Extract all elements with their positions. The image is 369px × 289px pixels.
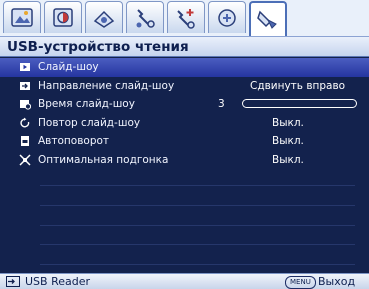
menu-item-value[interactable]: Сдвинуть вправо <box>250 80 345 92</box>
tab-system-setup[interactable] <box>126 1 164 33</box>
divider <box>40 185 355 186</box>
picture-icon <box>11 7 33 27</box>
image-adjust-icon <box>53 7 73 27</box>
menu-item-slideshow-time[interactable]: Время слайд-шоу 3 <box>0 95 369 114</box>
menu-item-value[interactable]: Выкл. <box>272 154 304 166</box>
menu-item-label: Слайд-шоу <box>38 61 99 74</box>
best-fit-icon <box>18 153 32 167</box>
input-source-icon <box>6 276 20 287</box>
menu-title-bar: USB-устройство чтения <box>0 36 369 57</box>
play-icon <box>18 60 32 74</box>
divider <box>40 264 355 266</box>
information-icon <box>218 8 236 27</box>
page-title: USB-устройство чтения <box>7 38 189 55</box>
slideshow-time-slider[interactable] <box>242 99 357 108</box>
menu-key-icon[interactable]: MENU <box>285 276 316 289</box>
usb-reader-icon <box>257 10 277 29</box>
system-setup-icon <box>136 8 155 28</box>
tab-advanced-setup[interactable] <box>167 1 205 33</box>
menu-item-slide-direction[interactable]: Направление слайд-шоу Сдвинуть вправо <box>0 77 369 96</box>
slide-direction-icon <box>18 79 32 93</box>
menu-item-slideshow-repeat[interactable]: Повтор слайд-шоу Выкл. <box>0 114 369 133</box>
advanced-setup-icon <box>177 8 195 29</box>
exit-label[interactable]: Выход <box>318 275 355 288</box>
menu-item-label: Направление слайд-шоу <box>38 79 175 92</box>
status-bar: USB Reader MENU Выход <box>0 273 369 289</box>
menu-item-auto-rotate[interactable]: Автоповорот Выкл. <box>0 132 369 151</box>
tab-information[interactable] <box>208 1 246 33</box>
tab-source[interactable] <box>85 1 123 33</box>
tab-picture[interactable] <box>3 1 41 33</box>
divider <box>40 244 355 246</box>
repeat-icon <box>18 116 32 130</box>
slideshow-time-value: 3 <box>218 98 225 111</box>
menu-item-label: Оптимальная подгонка <box>38 153 169 166</box>
auto-rotate-icon <box>18 134 32 148</box>
source-icon <box>93 10 115 28</box>
menu-item-label: Повтор слайд-шоу <box>38 116 141 129</box>
menu-item-label: Автоповорот <box>38 135 110 148</box>
menu-item-label: Время слайд-шоу <box>38 98 135 111</box>
menu-item-best-fit[interactable]: Оптимальная подгонка Выкл. <box>0 151 369 170</box>
divider <box>40 224 355 226</box>
menu-item-slideshow[interactable]: Слайд-шоу <box>0 58 369 77</box>
tab-image-adjust[interactable] <box>44 1 82 33</box>
osd-menu: USB-устройство чтения Слайд-шоу Направле… <box>0 0 369 289</box>
tab-bar <box>0 0 369 36</box>
tab-usb-reader[interactable] <box>249 1 287 36</box>
timer-icon <box>18 97 32 111</box>
divider <box>40 204 355 206</box>
empty-menu-lines <box>40 185 355 284</box>
source-label: USB Reader <box>25 275 91 288</box>
current-source: USB Reader <box>6 275 90 288</box>
menu-item-value[interactable]: Выкл. <box>272 117 304 129</box>
menu-list: Слайд-шоу Направление слайд-шоу Сдвинуть… <box>0 58 369 169</box>
menu-item-value[interactable]: Выкл. <box>272 135 304 147</box>
